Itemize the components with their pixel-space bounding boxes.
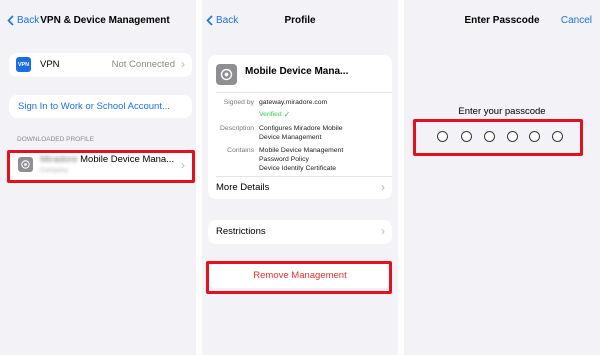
contains-line-3: Device Identity Certificate (259, 165, 337, 172)
profile-screen: Back Profile Mobile Device Mana... Signe… (202, 0, 398, 355)
chevron-right-icon: › (381, 224, 385, 238)
vpn-status: Not Connected (111, 59, 175, 70)
passcode-screen: Enter Passcode Cancel Enter your passcod… (404, 0, 600, 355)
divider (216, 92, 392, 93)
description-label: Description (220, 125, 254, 132)
page-title: Enter Passcode (464, 15, 540, 26)
contains-line-2: Password Policy (259, 156, 309, 163)
chevron-left-icon (7, 15, 14, 26)
restrictions-row[interactable]: Restrictions › (208, 220, 392, 244)
cancel-button[interactable]: Cancel (561, 15, 592, 26)
nav-bar: Enter Passcode Cancel (404, 0, 600, 44)
restrictions-label: Restrictions (216, 226, 266, 237)
signed-by-value: gateway.miradore.com (259, 99, 328, 106)
vpn-icon: VPN (16, 57, 31, 72)
signed-by-label: Signed by (223, 99, 254, 106)
description-line-1: Configures Miradore Mobile (259, 125, 343, 132)
back-label: Back (216, 15, 239, 26)
nav-bar: Back Profile (202, 0, 398, 44)
page-title: Profile (284, 15, 316, 26)
profile-details-card: Mobile Device Mana... Signed by gateway.… (208, 55, 392, 199)
highlight-box (413, 119, 583, 156)
nav-bar: Back VPN & Device Management (0, 0, 196, 44)
back-button[interactable]: Back (7, 15, 39, 26)
back-label: Back (17, 15, 40, 26)
chevron-left-icon (206, 15, 213, 26)
contains-line-1: Mobile Device Management (259, 147, 344, 154)
page-title: VPN & Device Management (40, 15, 170, 26)
back-button[interactable]: Back (206, 15, 238, 26)
chevron-right-icon: › (181, 57, 185, 71)
verified-label: Verified (259, 111, 282, 118)
checkmark-icon: ✓ (283, 110, 291, 119)
gear-icon (216, 64, 237, 85)
sign-in-row[interactable]: Sign In to Work or School Account... (9, 95, 192, 118)
highlight-box (206, 261, 392, 294)
chevron-right-icon: › (381, 180, 385, 194)
section-header: DOWNLOADED PROFILE (17, 136, 94, 143)
verified-status: Verified ✓ (259, 110, 290, 119)
passcode-prompt: Enter your passcode (458, 106, 546, 117)
more-details-row[interactable]: More Details › (208, 177, 392, 199)
highlight-box (7, 150, 195, 183)
vpn-row[interactable]: VPN VPN Not Connected › (9, 53, 192, 77)
vpn-label: VPN (40, 59, 60, 70)
contains-label: Contains (227, 147, 254, 154)
vpn-device-management-screen: Back VPN & Device Management VPN VPN Not… (0, 0, 196, 355)
profile-name: Mobile Device Mana... (245, 66, 349, 77)
description-line-2: Device Management (259, 134, 322, 141)
more-details-label: More Details (216, 182, 270, 193)
sign-in-link[interactable]: Sign In to Work or School Account... (18, 101, 170, 112)
